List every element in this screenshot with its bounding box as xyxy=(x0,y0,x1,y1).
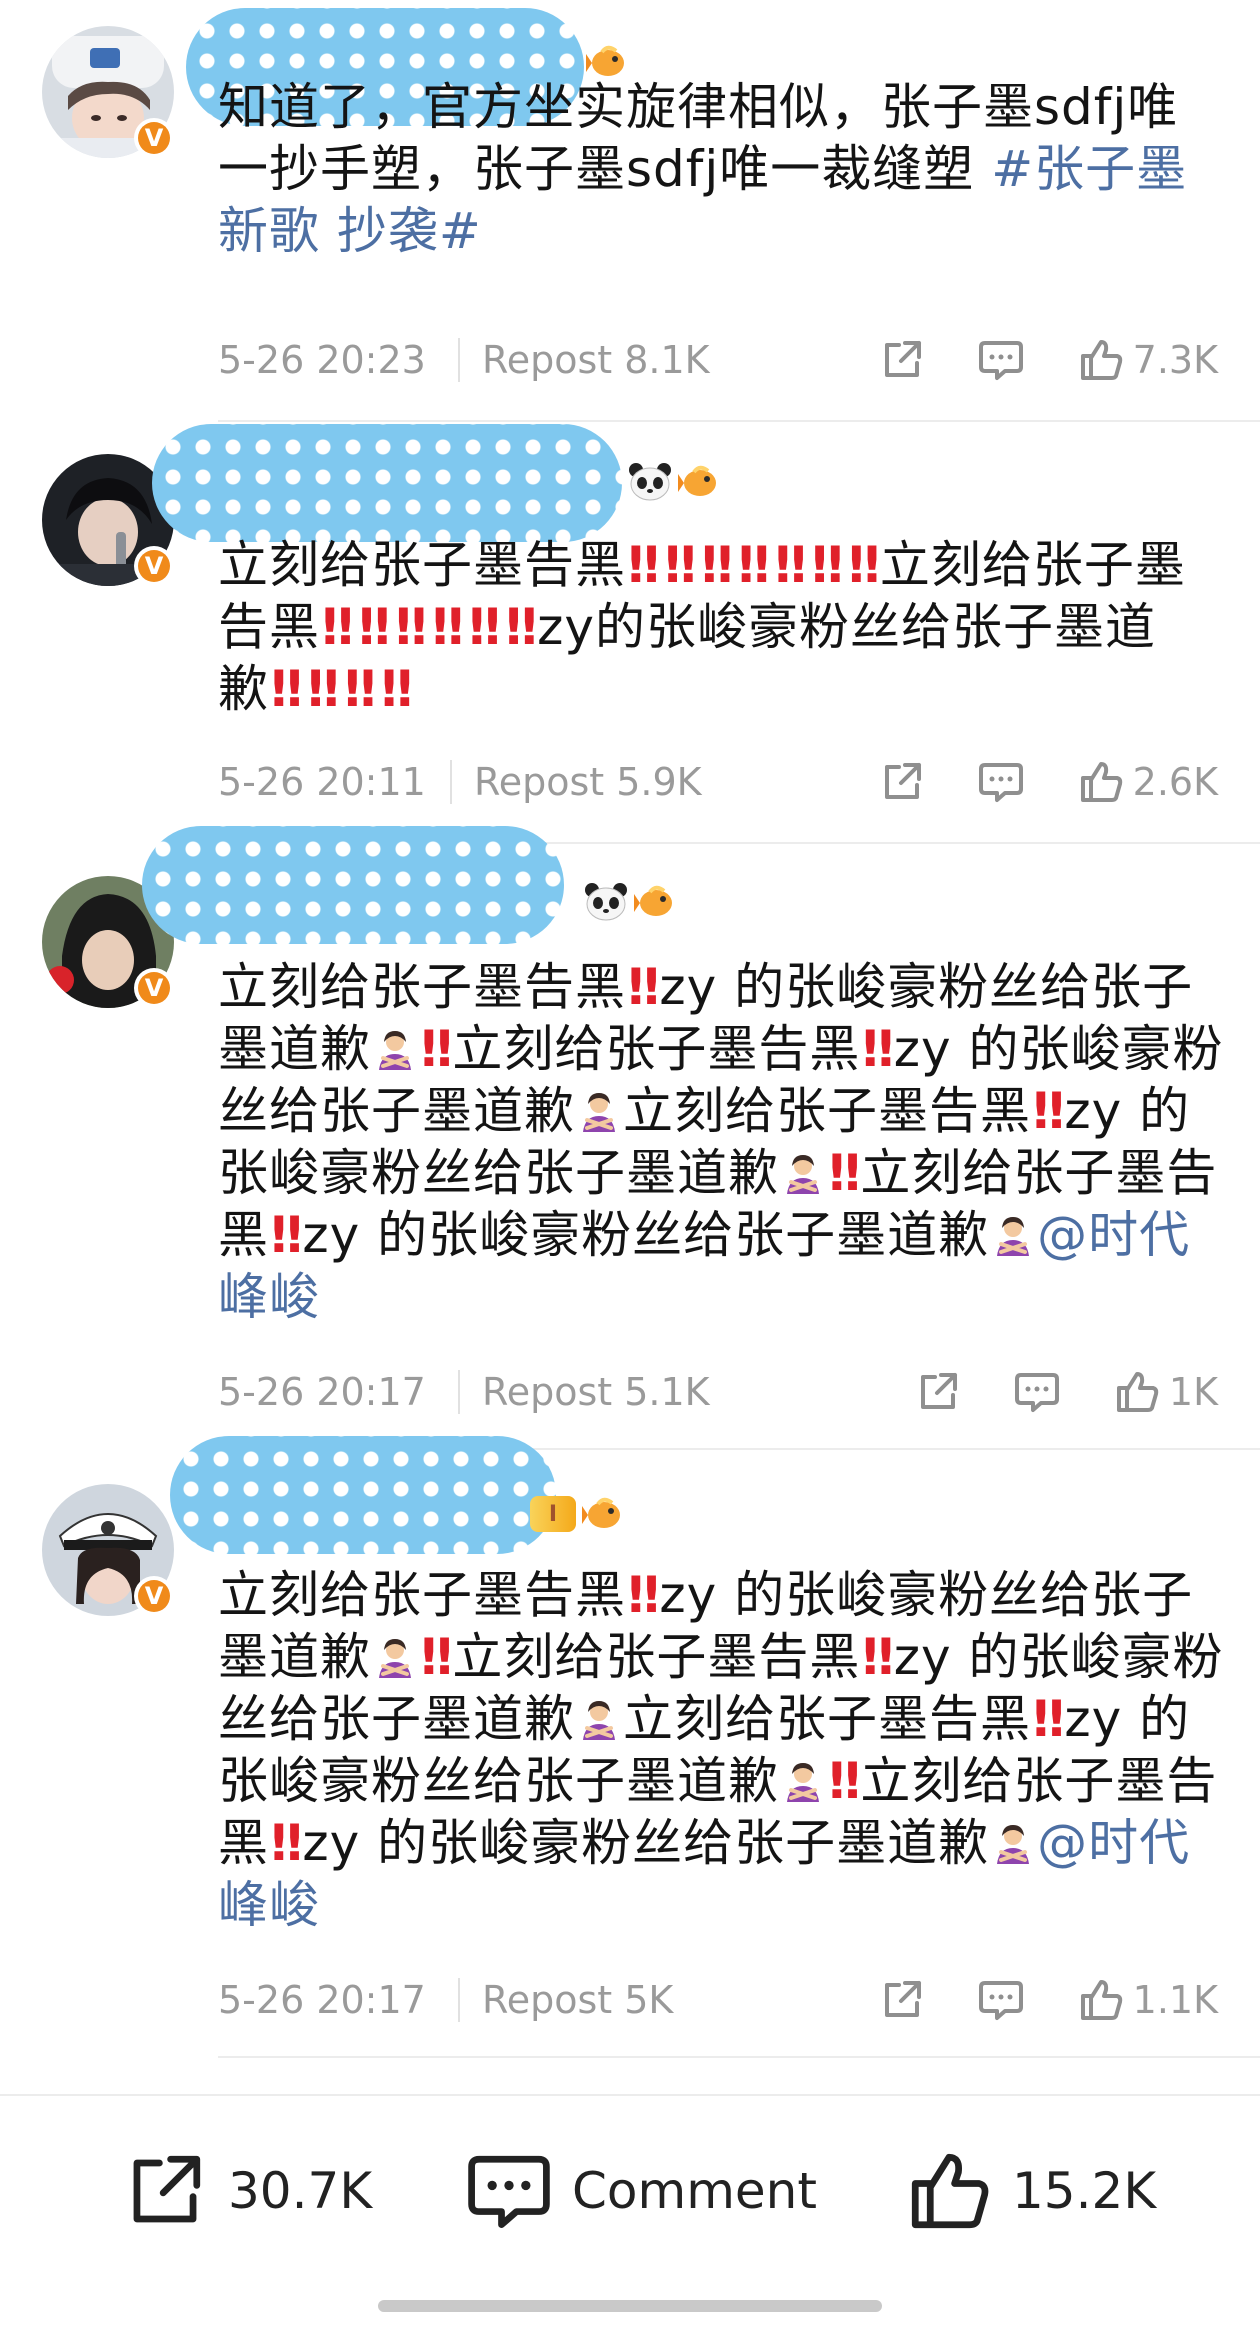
share-count: 30.7K xyxy=(228,2162,373,2220)
divider xyxy=(218,2056,1260,2058)
repost-count[interactable]: Repost 5.9K xyxy=(474,760,879,804)
share-button[interactable] xyxy=(879,759,925,805)
text-segment: 立刻给张子墨告黑 xyxy=(452,1020,861,1078)
panda-icon xyxy=(629,463,671,501)
like-count: 15.2K xyxy=(1012,2162,1157,2220)
comment-button[interactable] xyxy=(977,759,1025,805)
person-gesturing-no-icon xyxy=(583,1701,615,1740)
text-segment: 立刻给张子墨告黑 xyxy=(623,1690,1031,1748)
meta-separator xyxy=(458,1978,460,2022)
comment-icon xyxy=(978,763,1023,802)
share-button[interactable] xyxy=(879,1977,925,2023)
like-icon xyxy=(911,2153,989,2229)
like-count: 1K xyxy=(1168,1370,1218,1414)
timestamp: 5-26 20:17 xyxy=(218,1978,426,2022)
person-gesturing-no-icon xyxy=(379,1031,411,1070)
person-gesturing-no-icon xyxy=(583,1093,615,1132)
person-gesturing-no-icon xyxy=(787,1763,819,1802)
meta-separator xyxy=(450,760,452,804)
verified-badge: V xyxy=(134,968,174,1008)
level-badge: I xyxy=(530,1496,576,1532)
text-segment: 立刻给张子墨告黑 xyxy=(218,536,626,594)
weibo-comment-thread: V 知道了，官方坐实旋律相似，张子墨sdfj唯一抄手塑，张子墨sdfj唯一裁缝塑… xyxy=(0,0,1260,2340)
like-count: 1.1K xyxy=(1132,1978,1218,2022)
fish-icon xyxy=(678,465,716,496)
text-segment: 立刻给张子墨告黑 xyxy=(218,958,626,1016)
meta-separator xyxy=(458,338,460,382)
text-segment: zy 的张峻豪粉丝给张子墨道歉 xyxy=(302,1206,990,1264)
avatar[interactable]: V xyxy=(42,1484,174,1616)
share-icon xyxy=(920,1373,957,1409)
meta-separator xyxy=(458,1370,460,1414)
like-icon xyxy=(1080,762,1122,802)
person-gesturing-no-icon xyxy=(379,1639,411,1678)
person-gesturing-no-icon xyxy=(787,1155,819,1194)
like-icon xyxy=(1080,1980,1122,2020)
username-redacted[interactable] xyxy=(152,424,622,542)
like-count: 2.6K xyxy=(1132,760,1218,804)
timestamp: 5-26 20:11 xyxy=(218,760,426,804)
comment-icon xyxy=(978,341,1023,380)
fish-icon xyxy=(582,1497,620,1528)
avatar[interactable]: V xyxy=(42,26,174,158)
repost-count[interactable]: Repost 8.1K xyxy=(482,338,879,382)
share-button[interactable] xyxy=(879,337,925,383)
text-segment: 立刻给张子墨告黑 xyxy=(452,1628,861,1686)
text-segment: zy 的张峻豪粉丝给张子墨道歉 xyxy=(302,1814,990,1872)
user-badges xyxy=(584,882,678,922)
username-redacted[interactable] xyxy=(142,826,564,944)
home-indicator[interactable] xyxy=(378,2300,882,2312)
comment-meta: 5-26 20:17 Repost 5.1K 1K xyxy=(218,1362,1218,1422)
comment-text: 立刻给张子墨告黑‼ ‼ ‼ ‼ ‼ ‼ ‼ 立刻给张子墨告黑‼ ‼ ‼ ‼ ‼ ‼… xyxy=(218,536,1186,718)
like-button[interactable]: 1K xyxy=(1113,1368,1218,1416)
share-button[interactable] xyxy=(915,1369,961,1415)
comment-button[interactable] xyxy=(1013,1369,1061,1415)
like-button[interactable]: 2.6K xyxy=(1077,758,1218,806)
user-badges: I xyxy=(530,1494,626,1534)
verified-badge: V xyxy=(134,1576,174,1616)
repost-count[interactable]: Repost 5K xyxy=(482,1978,879,2022)
bottom-action-bar: 30.7K Comment 15.2K xyxy=(0,2094,1260,2296)
timestamp: 5-26 20:17 xyxy=(218,1370,426,1414)
like-icon xyxy=(1116,1372,1159,1412)
person-gesturing-no-icon xyxy=(997,1217,1030,1256)
text-segment: 立刻给张子墨告黑 xyxy=(218,1566,626,1624)
divider xyxy=(218,420,1260,422)
comment-icon xyxy=(1014,1373,1059,1412)
comment-button[interactable]: Comment xyxy=(464,2136,817,2246)
share-button[interactable]: 30.7K xyxy=(120,2136,372,2246)
comment-button[interactable] xyxy=(977,337,1025,383)
comment-label: Comment xyxy=(572,2162,817,2220)
verified-badge: V xyxy=(134,118,174,158)
like-icon xyxy=(1080,340,1122,380)
like-button[interactable]: 1.1K xyxy=(1077,1976,1218,2024)
comment-text: 立刻给张子墨告黑‼ zy 的张峻豪粉丝给张子墨道歉 ‼ 立刻给张子墨告黑‼ zy 的张峻… xyxy=(218,1566,1224,1934)
fish-icon xyxy=(634,885,672,916)
panda-icon xyxy=(585,883,627,921)
text-segment: 立刻给张子墨告黑 xyxy=(623,1082,1031,1140)
comment-text: 知道了，官方坐实旋律相似，张子墨sdfj唯一抄手塑，张子墨sdfj唯一裁缝塑 #… xyxy=(218,76,1228,262)
like-button[interactable]: 7.3K xyxy=(1077,336,1218,384)
share-icon xyxy=(884,341,921,377)
comment-icon xyxy=(468,2155,550,2229)
verified-badge: V xyxy=(134,546,174,586)
comment-button[interactable] xyxy=(977,1977,1025,2023)
comment-text: 立刻给张子墨告黑‼ zy 的张峻豪粉丝给张子墨道歉 ‼ 立刻给张子墨告黑‼ zy 的张峻… xyxy=(218,958,1224,1326)
share-icon xyxy=(884,1981,921,2017)
person-gesturing-no-icon xyxy=(997,1825,1030,1864)
comment-icon xyxy=(978,1981,1023,2020)
share-icon xyxy=(133,2155,201,2223)
comment-meta: 5-26 20:11 Repost 5.9K 2.6K xyxy=(218,752,1218,812)
user-badges xyxy=(628,462,722,502)
like-count: 7.3K xyxy=(1132,338,1218,382)
comment-meta: 5-26 20:23 Repost 8.1K 7.3K xyxy=(218,330,1218,390)
timestamp: 5-26 20:23 xyxy=(218,338,426,382)
repost-count[interactable]: Repost 5.1K xyxy=(482,1370,915,1414)
share-icon xyxy=(884,763,921,799)
comment-meta: 5-26 20:17 Repost 5K 1.1K xyxy=(218,1970,1218,2030)
username-redacted[interactable] xyxy=(170,1436,556,1554)
like-button[interactable]: 15.2K xyxy=(904,2136,1156,2246)
